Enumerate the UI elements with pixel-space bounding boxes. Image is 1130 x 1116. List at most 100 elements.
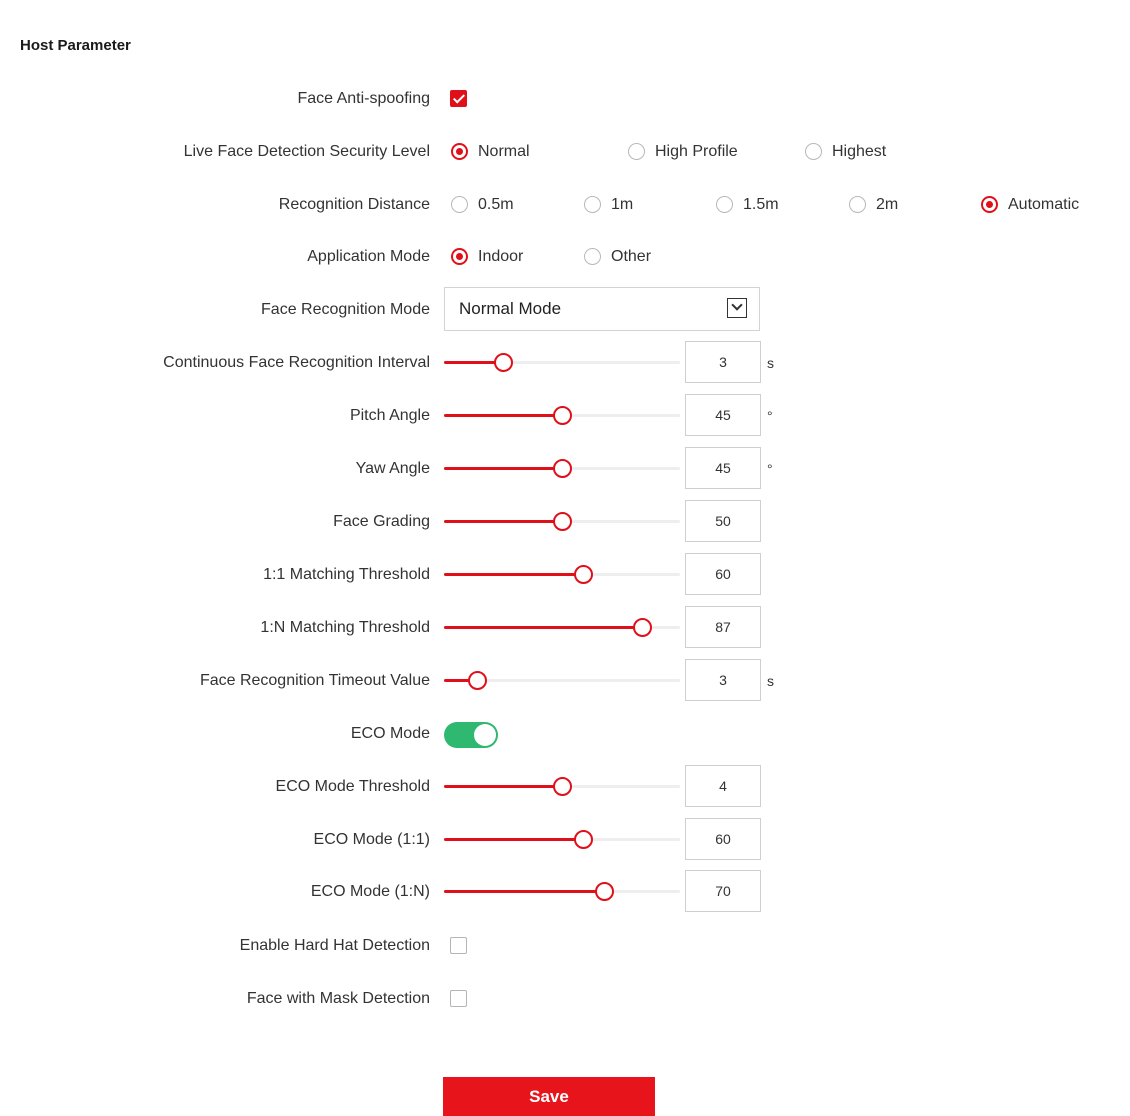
slider-thumb[interactable] [494,353,513,372]
radio-label: Highest [832,143,887,160]
matching-1-n-input[interactable]: 87 [685,606,761,648]
matching-1-1-slider[interactable] [444,555,680,595]
face-grading-row: Face Grading 50 [0,500,1130,542]
slider-thumb[interactable] [595,882,615,901]
radio-label: Normal [478,143,530,160]
slider-thumb[interactable] [574,830,594,849]
yaw-angle-input[interactable]: 45 [685,447,761,489]
radio-dot [584,248,601,265]
unit-label: ° [767,461,773,477]
radio-dot [849,196,866,213]
live-face-detection-row: Live Face Detection Security Level Norma… [0,132,1130,172]
face-recognition-mode-label: Face Recognition Mode [261,301,430,318]
slider-fill [444,838,584,841]
eco-threshold-label: ECO Mode Threshold [275,778,430,795]
slider-fill [444,890,605,893]
continuous-interval-slider[interactable] [444,343,680,383]
slider-thumb[interactable] [553,777,572,796]
slider-thumb[interactable] [553,459,572,478]
eco-threshold-row: ECO Mode Threshold 4 [0,765,1130,807]
slider-fill [444,626,643,629]
continuous-interval-row: Continuous Face Recognition Interval 3 s [0,341,1130,383]
face-recognition-mode-row: Face Recognition Mode Normal Mode [0,287,1130,331]
radio-dot [451,143,468,160]
unit-label: s [767,673,774,689]
timeout-value-input[interactable]: 3 [685,659,761,701]
pitch-angle-label: Pitch Angle [349,407,430,424]
face-anti-spoofing-label: Face Anti-spoofing [297,90,430,107]
eco-1-n-input[interactable]: 70 [685,870,761,912]
eco-1-1-slider[interactable] [444,820,680,860]
mask-detection-row: Face with Mask Detection [0,979,1130,1019]
slider-thumb[interactable] [574,565,594,584]
matching-1-n-label: 1:N Matching Threshold [260,619,430,636]
matching-1-1-label: 1:1 Matching Threshold [263,566,430,583]
radio-dot [981,196,998,213]
radio-label: 0.5m [478,196,514,213]
matching-1-n-row: 1:N Matching Threshold 87 [0,606,1130,648]
eco-1-1-label: ECO Mode (1:1) [313,831,430,848]
hard-hat-row: Enable Hard Hat Detection [0,926,1130,966]
timeout-value-row: Face Recognition Timeout Value 3 s [0,659,1130,701]
eco-mode-label: ECO Mode [350,725,430,742]
pitch-angle-row: Pitch Angle 45 ° [0,394,1130,436]
chevron-down-icon[interactable] [727,298,747,318]
unit-label: ° [767,408,773,424]
matching-1-n-slider[interactable] [444,608,680,648]
toggle-knob [474,724,496,746]
eco-threshold-slider[interactable] [444,767,680,807]
radio-label: 1m [611,196,634,213]
slider-fill [444,785,562,788]
radio-label: 2m [876,196,899,213]
radio-label: Indoor [478,248,524,265]
pitch-angle-input[interactable]: 45 [685,394,761,436]
face-anti-spoofing-checkbox[interactable] [450,90,467,107]
slider-thumb[interactable] [633,618,653,637]
radio-dot [628,143,645,160]
hard-hat-label: Enable Hard Hat Detection [239,937,430,954]
live-face-detection-label: Live Face Detection Security Level [183,143,430,160]
select-value: Normal Mode [459,299,562,318]
slider-fill [444,573,584,576]
pitch-angle-slider[interactable] [444,396,680,436]
continuous-interval-label: Continuous Face Recognition Interval [163,354,430,371]
slider-fill [444,467,562,470]
eco-1-n-label: ECO Mode (1:N) [310,883,430,900]
timeout-value-slider[interactable] [444,661,680,701]
radio-dot [584,196,601,213]
face-recognition-mode-select[interactable]: Normal Mode [444,287,760,331]
eco-1-1-input[interactable]: 60 [685,818,761,860]
slider-fill [444,520,562,523]
application-mode-row: Application Mode Indoor Other [0,237,1130,277]
eco-mode-toggle[interactable] [444,722,498,748]
recognition-distance-row: Recognition Distance 0.5m 1m 1.5m 2m Aut… [0,185,1130,225]
yaw-angle-row: Yaw Angle 45 ° [0,447,1130,489]
mask-detection-checkbox[interactable] [450,990,467,1007]
face-anti-spoofing-row: Face Anti-spoofing [0,79,1130,119]
slider-thumb[interactable] [553,406,572,425]
face-grading-input[interactable]: 50 [685,500,761,542]
slider-thumb[interactable] [468,671,488,690]
face-grading-slider[interactable] [444,502,680,542]
radio-label: Automatic [1008,196,1080,213]
continuous-interval-input[interactable]: 3 [685,341,761,383]
matching-1-1-input[interactable]: 60 [685,553,761,595]
save-button[interactable]: Save [443,1077,655,1116]
hard-hat-checkbox[interactable] [450,937,467,954]
radio-label: Other [611,248,652,265]
eco-1-n-slider[interactable] [444,872,680,912]
yaw-angle-slider[interactable] [444,449,680,489]
timeout-value-label: Face Recognition Timeout Value [199,672,430,689]
recognition-distance-label: Recognition Distance [278,196,430,213]
radio-dot [805,143,822,160]
slider-thumb[interactable] [553,512,572,531]
section-title: Host Parameter [20,37,131,54]
radio-label: 1.5m [743,196,779,213]
slider-fill [444,414,562,417]
eco-1-1-row: ECO Mode (1:1) 60 [0,818,1130,860]
eco-1-n-row: ECO Mode (1:N) 70 [0,870,1130,912]
radio-dot [451,248,468,265]
eco-threshold-input[interactable]: 4 [685,765,761,807]
face-grading-label: Face Grading [333,513,430,530]
radio-dot [716,196,733,213]
